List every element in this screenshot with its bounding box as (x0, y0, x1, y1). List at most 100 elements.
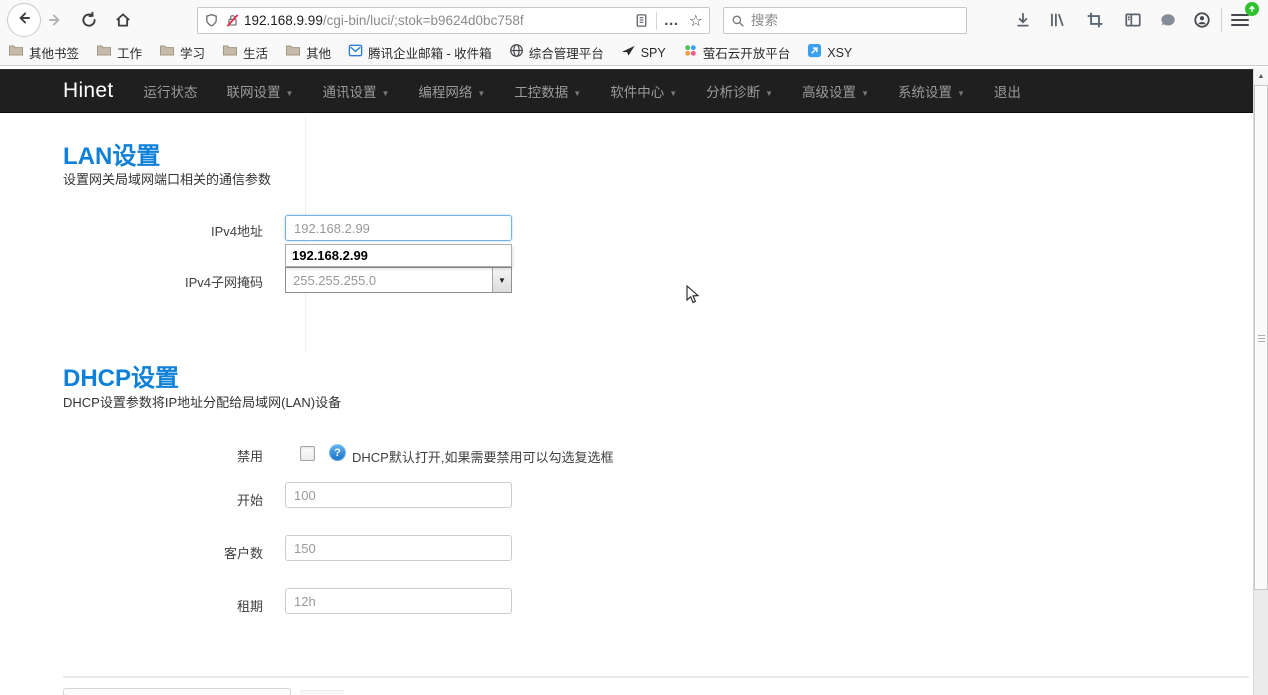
search-input[interactable] (751, 13, 959, 28)
lan-section-subtitle: 设置网关局域网端口相关的通信参数 (63, 169, 271, 188)
update-badge-icon (1245, 2, 1259, 16)
dhcp-start-input[interactable] (285, 482, 512, 508)
bookmark-label: SPY (641, 46, 666, 60)
section-divider (63, 676, 1249, 678)
download-icon (1014, 11, 1032, 34)
dhcp-section-subtitle: DHCP设置参数将IP地址分配给局域网(LAN)设备 (63, 392, 341, 411)
folder-icon (159, 43, 175, 62)
bookmark-spy[interactable]: SPY (621, 43, 666, 63)
folder-icon (96, 43, 112, 62)
mouse-cursor (686, 285, 700, 310)
nav-item-system-settings[interactable]: 系统设置 (898, 81, 965, 101)
dhcp-start-label: 开始 (60, 490, 263, 509)
nav-item-comm-settings[interactable]: 通讯设置 (322, 81, 389, 101)
subnet-mask-label: IPv4子网掩码 (60, 272, 263, 291)
arrow-square-icon (807, 43, 822, 63)
bookmark-label: 其他 (306, 43, 331, 62)
dhcp-disable-checkbox[interactable] (300, 446, 315, 461)
home-button[interactable] (114, 11, 132, 34)
dhcp-section-title: DHCP设置 (63, 358, 179, 393)
nav-item-industrial-data[interactable]: 工控数据 (514, 81, 581, 101)
scrollbar-grip-icon (1258, 335, 1265, 344)
subnet-mask-select[interactable]: 255.255.255.0 (285, 267, 512, 293)
chat-bubble-icon (1159, 12, 1177, 35)
bookmark-folder-life[interactable]: 生活 (222, 43, 268, 62)
chevron-down-icon (573, 89, 581, 98)
shield-icon[interactable] (204, 13, 219, 28)
plane-icon (621, 43, 636, 63)
url-path: /cgi-bin/luci/;stok=b9624d0bc758f (323, 13, 524, 28)
bookmark-management-platform[interactable]: 综合管理平台 (509, 43, 604, 63)
site-navbar: Hinet 运行状态 联网设置 通讯设置 编程网络 工控数据 软件中心 分析诊断… (0, 69, 1268, 113)
dropdown-arrow-icon[interactable] (492, 268, 511, 292)
page-actions-icon[interactable] (664, 12, 680, 29)
screenshot-button[interactable] (1086, 11, 1104, 34)
bookmark-label: 学习 (180, 43, 205, 62)
help-icon[interactable] (329, 444, 346, 461)
bookmark-folder-work[interactable]: 工作 (96, 43, 142, 62)
urlbar-separator (656, 12, 657, 30)
arrow-left-icon (15, 9, 33, 32)
subnet-mask-value: 255.255.255.0 (286, 273, 492, 288)
dhcp-clients-input[interactable] (285, 535, 512, 561)
library-button[interactable] (1048, 11, 1066, 34)
globe-icon (509, 43, 524, 63)
dhcp-disable-label: 禁用 (60, 446, 263, 465)
bookmark-star-icon[interactable] (689, 11, 703, 31)
bookmark-label: 其他书签 (29, 43, 79, 62)
dhcp-disable-hint: DHCP默认打开,如果需要禁用可以勾选复选框 (352, 447, 613, 466)
dhcp-lease-input[interactable] (285, 588, 512, 614)
nav-item-programming-network[interactable]: 编程网络 (418, 81, 485, 101)
bookmarks-bar: 其他书签 工作 学习 生活 其他 腾讯企业邮箱 - 收件箱 综合管理平台 SP (0, 40, 1268, 66)
dhcp-lease-label: 租期 (60, 596, 263, 615)
chevron-down-icon (669, 89, 677, 98)
folder-icon (222, 43, 238, 62)
arrow-right-icon (46, 11, 64, 34)
nav-item-diagnosis[interactable]: 分析诊断 (706, 81, 773, 101)
bookmark-folder-study[interactable]: 学习 (159, 43, 205, 62)
chevron-down-icon (957, 89, 965, 98)
nav-item-logout[interactable]: 退出 (994, 81, 1021, 101)
url-domain: 192.168.9.99 (244, 13, 323, 28)
home-icon (114, 11, 132, 34)
messenger-button[interactable] (1159, 12, 1177, 35)
reader-mode-icon[interactable] (634, 13, 649, 28)
search-bar (723, 7, 967, 34)
vertical-scrollbar[interactable] (1253, 68, 1268, 695)
nav-item-network-settings[interactable]: 联网设置 (227, 81, 294, 101)
ezviz-icon (683, 43, 698, 63)
sidebar-icon (1124, 11, 1142, 34)
reload-icon (80, 11, 98, 34)
cut-off-panel (63, 688, 291, 695)
browser-toolbar: 192.168.9.99/cgi-bin/luci/;stok=b9624d0b… (0, 0, 1268, 40)
ipv4-address-label: IPv4地址 (60, 221, 263, 240)
forward-button[interactable] (46, 11, 64, 34)
brand-logo[interactable]: Hinet (63, 79, 114, 103)
bookmark-folder-other-bookmarks[interactable]: 其他书签 (8, 43, 79, 62)
bookmark-tencent-mail[interactable]: 腾讯企业邮箱 - 收件箱 (348, 43, 492, 63)
browser-window: 192.168.9.99/cgi-bin/luci/;stok=b9624d0b… (0, 0, 1268, 695)
folder-icon (285, 43, 301, 62)
back-button[interactable] (7, 3, 41, 37)
ipv4-address-input[interactable] (285, 215, 512, 241)
autocomplete-suggestion[interactable]: 192.168.2.99 (286, 245, 511, 266)
nav-item-status[interactable]: 运行状态 (144, 81, 198, 101)
reload-button[interactable] (80, 11, 98, 34)
bookmark-ezviz[interactable]: 萤石云开放平台 (683, 43, 791, 63)
nav-item-software-center[interactable]: 软件中心 (610, 81, 677, 101)
insecure-lock-icon[interactable] (225, 13, 240, 28)
bookmark-folder-misc[interactable]: 其他 (285, 43, 331, 62)
chevron-down-icon (861, 89, 869, 98)
scroll-up-icon[interactable] (1254, 68, 1268, 85)
bookmark-label: 腾讯企业邮箱 - 收件箱 (368, 43, 492, 62)
chevron-down-icon (286, 89, 294, 98)
mail-icon (348, 43, 363, 63)
url-bar[interactable]: 192.168.9.99/cgi-bin/luci/;stok=b9624d0b… (197, 7, 710, 34)
account-button[interactable] (1193, 11, 1211, 34)
bookmark-label: XSY (827, 46, 852, 60)
scrollbar-thumb[interactable] (1254, 85, 1268, 590)
bookmark-xsy[interactable]: XSY (807, 43, 852, 63)
nav-item-advanced-settings[interactable]: 高级设置 (802, 81, 869, 101)
downloads-button[interactable] (1014, 11, 1032, 34)
sidebar-button[interactable] (1124, 11, 1142, 34)
